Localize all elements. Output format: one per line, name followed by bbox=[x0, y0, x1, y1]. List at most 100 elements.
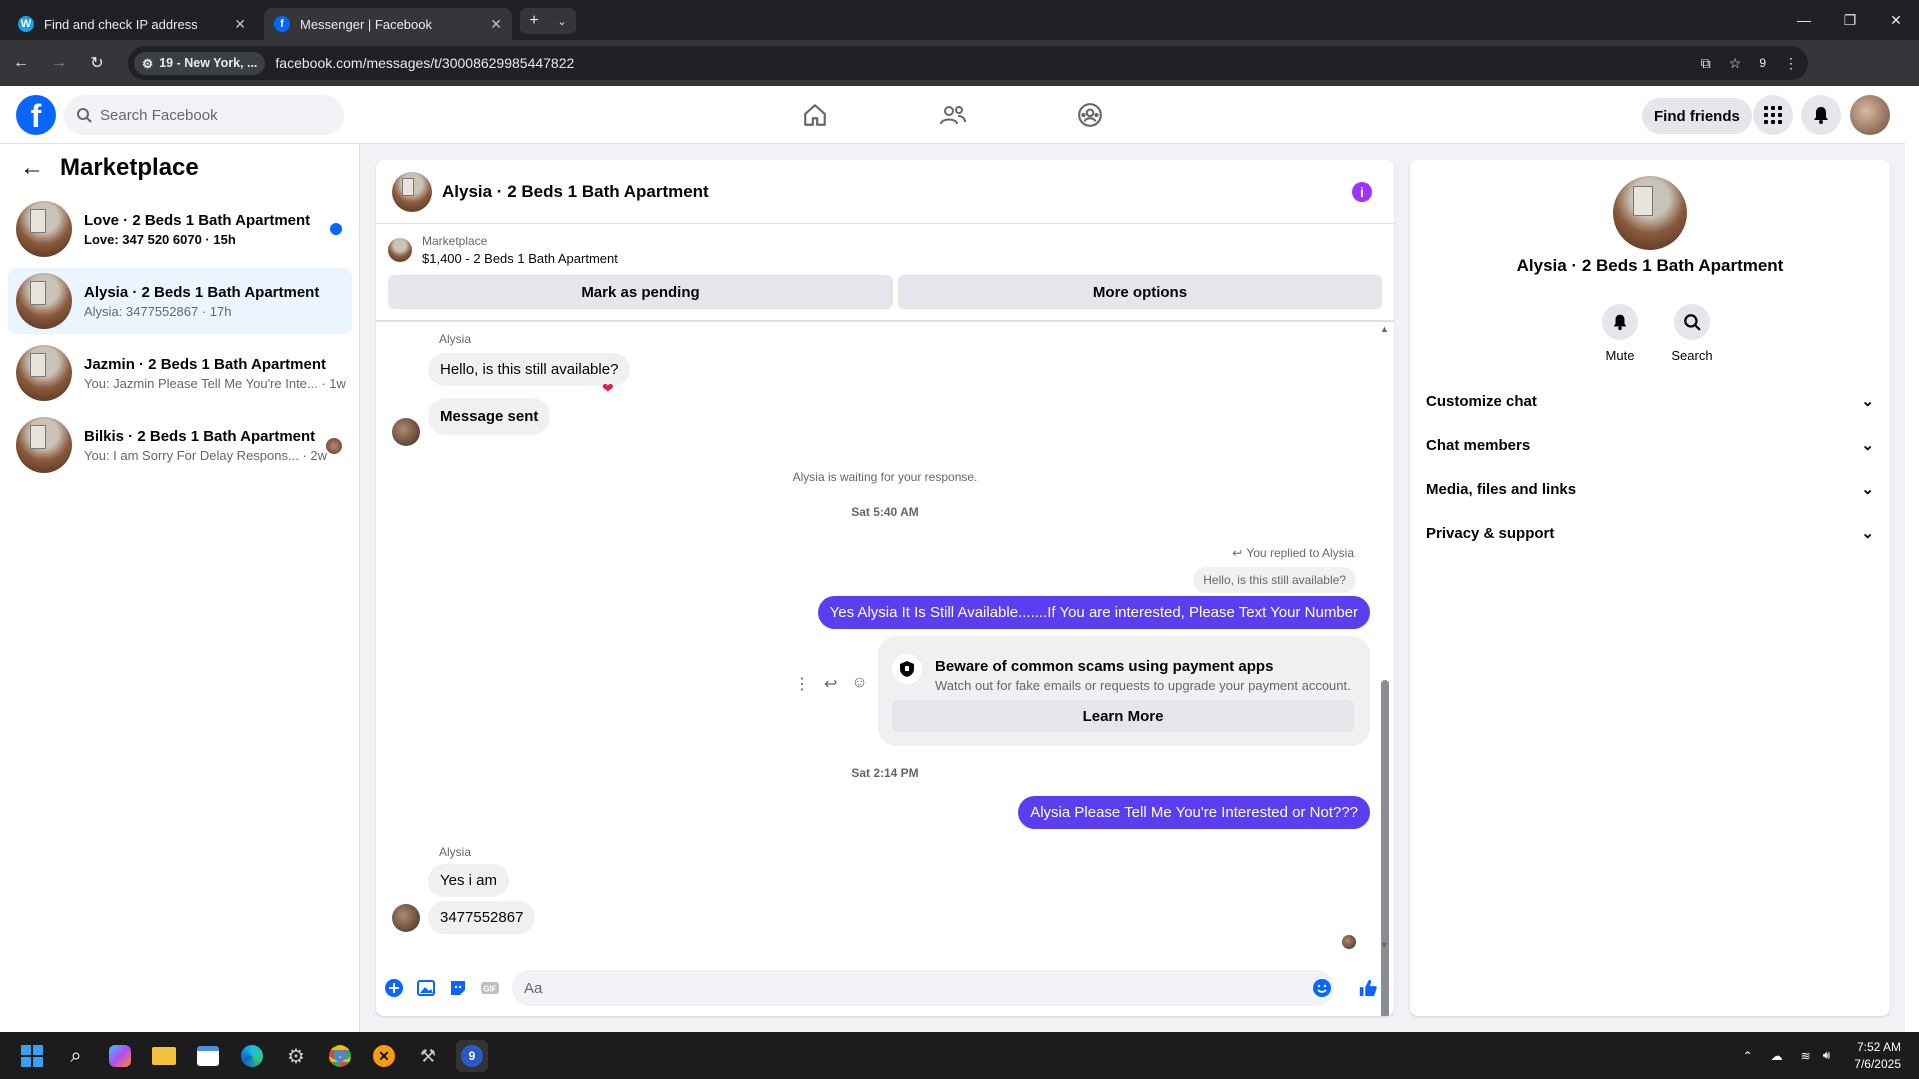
sticker-icon[interactable] bbox=[448, 978, 468, 998]
wifi-icon[interactable]: ≋ bbox=[1801, 1049, 1811, 1063]
new-tab-icon[interactable]: + bbox=[529, 12, 538, 30]
home-nav[interactable] bbox=[759, 86, 871, 144]
active-app-icon[interactable]: 9 bbox=[456, 1040, 488, 1072]
close-window-icon[interactable]: ✕ bbox=[1873, 0, 1919, 40]
learn-more-button[interactable]: Learn More bbox=[892, 700, 1354, 732]
my-message-bubble[interactable]: Yes Alysia It Is Still Available.......I… bbox=[817, 596, 1370, 629]
scroll-up-icon[interactable]: ▲ bbox=[1380, 324, 1389, 334]
media-files-links-row[interactable]: Media, files and links ⌄ bbox=[1426, 467, 1874, 511]
customize-chat-row[interactable]: Customize chat ⌄ bbox=[1426, 379, 1874, 423]
conversation-bilkis[interactable]: Bilkis · 2 Beds 1 Bath Apartment You: I … bbox=[8, 412, 352, 478]
edge-icon[interactable] bbox=[236, 1040, 268, 1072]
close-tab-icon[interactable]: ✕ bbox=[234, 16, 246, 33]
more-options-button[interactable]: More options bbox=[898, 275, 1382, 309]
message-bubble[interactable]: Hello, is this still available? bbox=[428, 353, 631, 386]
copilot-icon[interactable] bbox=[104, 1040, 136, 1072]
show-hidden-icons-icon[interactable]: ⌃ bbox=[1743, 1049, 1753, 1063]
conversation-alysia[interactable]: Alysia · 2 Beds 1 Bath Apartment Alysia:… bbox=[8, 268, 352, 334]
reload-icon[interactable]: ↻ bbox=[80, 46, 114, 80]
sender-avatar[interactable] bbox=[392, 418, 420, 446]
clock[interactable]: 7:52 AM 7/6/2025 bbox=[1854, 1039, 1901, 1073]
mark-as-pending-button[interactable]: Mark as pending bbox=[388, 275, 893, 309]
bookmark-star-icon[interactable]: ☆ bbox=[1729, 55, 1742, 72]
menu-grid-button[interactable] bbox=[1753, 95, 1793, 135]
windows-start-icon[interactable] bbox=[16, 1040, 48, 1072]
notifications-button[interactable] bbox=[1801, 95, 1841, 135]
friends-nav[interactable] bbox=[897, 86, 1009, 144]
page-scrollbar[interactable] bbox=[1905, 86, 1919, 1032]
back-icon[interactable]: ← bbox=[4, 46, 38, 80]
browser-tab-ip[interactable]: W Find and check IP address ✕ bbox=[8, 8, 256, 40]
message-input[interactable]: Aa bbox=[512, 970, 1334, 1006]
file-explorer-icon[interactable] bbox=[148, 1040, 180, 1072]
replied-to-text: You replied to Alysia bbox=[1246, 546, 1354, 560]
find-friends-button[interactable]: Find friends bbox=[1642, 98, 1752, 134]
restore-icon[interactable]: ❐ bbox=[1827, 0, 1873, 40]
chat-title[interactable]: Alysia · 2 Beds 1 Bath Apartment bbox=[442, 182, 709, 202]
extensions-count[interactable]: 9 bbox=[1759, 56, 1766, 70]
emoji-icon[interactable] bbox=[1312, 978, 1332, 998]
privacy-support-row[interactable]: Privacy & support ⌄ bbox=[1426, 511, 1874, 555]
chat-thumbnail[interactable] bbox=[392, 171, 432, 212]
bell-icon bbox=[1814, 107, 1828, 124]
chat-members-row[interactable]: Chat members ⌄ bbox=[1426, 423, 1874, 467]
quoted-message[interactable]: Hello, is this still available? bbox=[1193, 567, 1356, 593]
site-info-chip[interactable]: ⚙ 19 - New York, ... bbox=[134, 51, 266, 75]
conversation-jazmin[interactable]: Jazmin · 2 Beds 1 Bath Apartment You: Ja… bbox=[8, 340, 352, 406]
back-arrow-icon[interactable]: ← bbox=[20, 154, 44, 182]
conversation-love[interactable]: Love · 2 Beds 1 Bath Apartment Love: 347… bbox=[8, 196, 352, 262]
close-tab-icon[interactable]: ✕ bbox=[490, 16, 502, 33]
thumbs-up-icon[interactable] bbox=[1358, 978, 1378, 998]
scroll-down-icon[interactable]: ▼ bbox=[1380, 940, 1389, 950]
chat-scrollbar[interactable]: ▲ ▼ bbox=[1379, 322, 1389, 1016]
facebook-logo-icon[interactable]: f bbox=[16, 95, 56, 135]
browser-menu-icon[interactable]: ⋮ bbox=[1784, 55, 1798, 72]
mute-button[interactable]: Mute bbox=[1590, 304, 1650, 363]
facebook-search-input[interactable]: Search Facebook bbox=[64, 95, 344, 135]
groups-nav[interactable] bbox=[1034, 86, 1146, 144]
sender-avatar[interactable] bbox=[392, 904, 420, 932]
address-bar[interactable]: ⚙ 19 - New York, ... facebook.com/message… bbox=[128, 46, 1808, 80]
warning-title: Beware of common scams using payment app… bbox=[935, 658, 1274, 675]
heart-reaction-icon[interactable]: ❤ bbox=[602, 380, 614, 397]
row-label: Privacy & support bbox=[1426, 524, 1555, 542]
search-icon[interactable]: ⌕ bbox=[60, 1040, 92, 1072]
conversation-preview: Love: 347 520 6070 · 15h bbox=[84, 231, 236, 247]
minimize-icon[interactable]: — bbox=[1781, 0, 1827, 40]
reply-icon[interactable]: ↩ bbox=[824, 674, 837, 694]
forward-icon[interactable]: → bbox=[42, 46, 76, 80]
gif-icon[interactable]: GIF bbox=[480, 978, 500, 998]
browser-tab-messenger[interactable]: f Messenger | Facebook ✕ bbox=[264, 8, 512, 40]
conversation-preview: Alysia: 3477552867 · 17h bbox=[84, 303, 232, 319]
listing-summary[interactable]: Marketplace $1,400 - 2 Beds 1 Bath Apart… bbox=[388, 234, 618, 266]
install-app-icon[interactable]: ⧉ bbox=[1701, 55, 1711, 72]
site-chip-label: 19 - New York, ... bbox=[159, 56, 258, 70]
listing-title: $1,400 - 2 Beds 1 Bath Apartment bbox=[422, 251, 618, 266]
url-text[interactable]: facebook.com/messages/t/3000862998544782… bbox=[275, 55, 1700, 71]
react-emoji-icon[interactable]: ☺ bbox=[851, 674, 867, 694]
sender-name: Alysia bbox=[439, 845, 472, 859]
message-bubble[interactable]: Message sent bbox=[428, 398, 551, 435]
tab-list-chevron-icon[interactable]: ⌄ bbox=[557, 15, 566, 28]
profile-avatar[interactable] bbox=[1850, 95, 1890, 135]
info-icon[interactable]: i bbox=[1352, 182, 1372, 202]
reply-label: ↩ You replied to Alysia bbox=[1232, 546, 1354, 560]
settings-icon[interactable]: ⚙ bbox=[280, 1040, 312, 1072]
add-attachment-icon[interactable] bbox=[384, 978, 404, 998]
chrome-icon[interactable] bbox=[324, 1040, 356, 1072]
more-actions-icon[interactable]: ⋮ bbox=[794, 674, 810, 694]
message-bubble[interactable]: 3477552867 bbox=[428, 901, 536, 934]
browser-toolbar: ← → ↻ ⚙ 19 - New York, ... facebook.com/m… bbox=[0, 40, 1919, 86]
store-icon[interactable] bbox=[192, 1040, 224, 1072]
search-conversation-button[interactable]: Search bbox=[1662, 304, 1722, 363]
conversation-name: Jazmin · 2 Beds 1 Bath Apartment bbox=[84, 355, 326, 373]
photo-icon[interactable] bbox=[416, 978, 436, 998]
search-placeholder: Search Facebook bbox=[100, 106, 218, 124]
tool-app-icon[interactable]: ⚒ bbox=[412, 1040, 444, 1072]
onedrive-icon[interactable]: ☁ bbox=[1771, 1049, 1783, 1063]
volume-icon[interactable]: 🔊︎ bbox=[1823, 1048, 1831, 1063]
my-message-bubble[interactable]: Alysia Please Tell Me You're Interested … bbox=[1018, 796, 1370, 829]
xbox-app-icon[interactable]: ✕ bbox=[368, 1040, 400, 1072]
conversation-name: Bilkis · 2 Beds 1 Bath Apartment bbox=[84, 427, 316, 445]
message-bubble[interactable]: Yes i am bbox=[428, 864, 509, 897]
